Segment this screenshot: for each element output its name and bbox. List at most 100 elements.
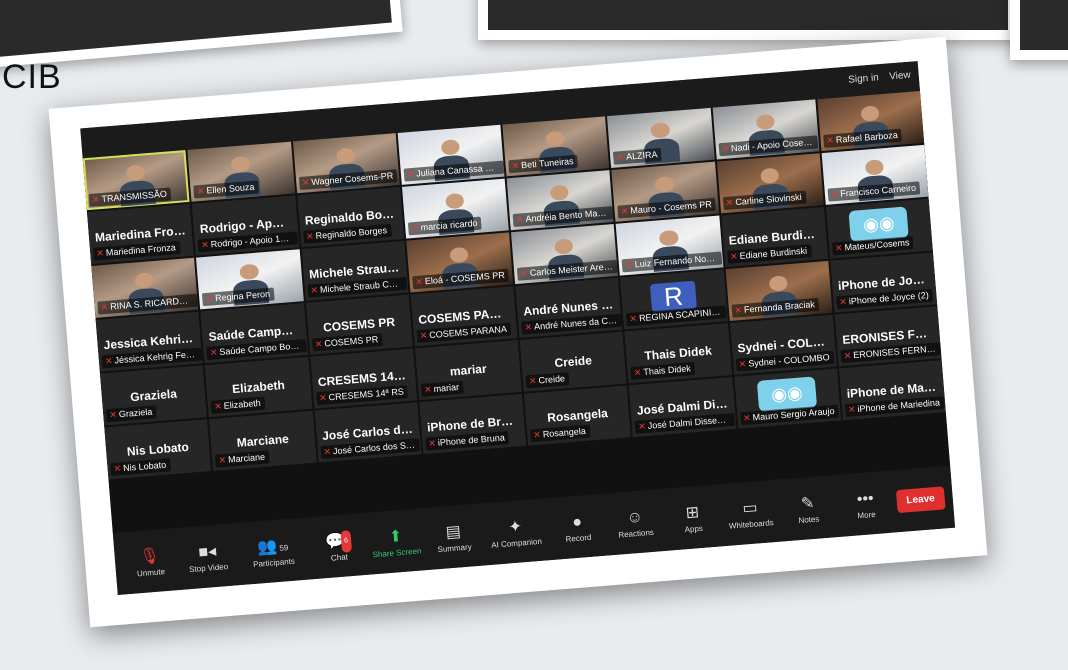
participant-tile[interactable]: Graziela ✕Graziela [99, 365, 208, 426]
participant-label-text: Nis Lobato [122, 459, 167, 474]
participant-tile[interactable]: ✕Eloá - COSEMS PR [406, 232, 514, 293]
participant-name-label: ✕Mauro Sergio Araujo [739, 404, 839, 426]
participant-tile[interactable]: ✕Fernanda Braciak [725, 260, 833, 322]
more-button[interactable]: ••• More [838, 486, 894, 521]
muted-mic-icon: ✕ [196, 185, 205, 197]
stop-video-button[interactable]: ■◂ Stop Video [180, 539, 236, 574]
muted-mic-icon: ✕ [637, 421, 647, 432]
muted-mic-icon: ✕ [213, 401, 223, 412]
participant-tile[interactable]: ✕Ellen Souza [187, 141, 295, 202]
participant-name-label: ✕Elizabeth [210, 396, 266, 414]
reactions-button[interactable]: ☺ Reactions [607, 505, 663, 540]
participant-label-text: Wagner Cosems-PR [310, 170, 394, 188]
chat-icon: 💬6 [324, 529, 352, 554]
participant-tile[interactable]: COSEMS PARANA ✕COSEMS PARANA [410, 286, 518, 347]
participant-tile[interactable]: ✕Beti Tuneiras [502, 116, 610, 177]
view-button[interactable]: View [889, 70, 911, 83]
whiteboards-button[interactable]: ▭ Whiteboards [722, 495, 778, 530]
apps-icon: ⊞ [685, 503, 700, 522]
participant-tile[interactable]: mariar ✕mariar [414, 340, 522, 401]
participant-tile[interactable]: ✕RINA S. RICARDO... [91, 257, 199, 318]
sign-in-link[interactable]: Sign in [848, 72, 879, 85]
summary-button[interactable]: ▤ Summary [426, 519, 482, 554]
participant-label-text: Mauro - Cosems PR [630, 199, 713, 216]
apps-button[interactable]: ⊞ Apps [665, 500, 721, 535]
participant-tile[interactable]: ✕Mauro - Cosems PR [611, 161, 719, 222]
participant-tile[interactable]: Rodrigo - Apoio... ✕Rodrigo - Apoio 17ª .… [191, 195, 300, 256]
participant-label-text: Carlos Meister Arenh... [529, 260, 618, 278]
participant-tile[interactable]: ✕Luiz Fernando Novais [615, 215, 723, 276]
participant-tile[interactable]: ✕Andréia Bento Maria ... [506, 170, 614, 231]
participant-tile[interactable]: Reginaldo Borges ✕Reginaldo Borges [296, 187, 404, 248]
participant-tile[interactable]: ✕Carlos Meister Arenh... [510, 223, 619, 285]
participant-display-name: Marciane [236, 431, 290, 450]
unmute-button[interactable]: 🎙 Unmute [122, 544, 178, 579]
participants-button[interactable]: 👥59 Participants [237, 533, 309, 569]
participant-tile[interactable]: ✕Juliana Canassa Cam... [397, 124, 505, 185]
participant-name-label: ✕Mariedina Fronza [92, 240, 181, 261]
participant-tile[interactable]: Michele Straub... ✕Michele Straub COSE... [301, 240, 409, 301]
ai-companion-button[interactable]: ✦ AI Companion [483, 514, 548, 550]
participant-tile[interactable]: Jessica Kehrig F... ✕Jéssica Kehrig Ferna… [95, 311, 203, 372]
participant-tile[interactable]: COSEMS PR ✕COSEMS PR [305, 294, 413, 355]
muted-mic-icon: ✕ [524, 321, 533, 333]
participant-name-label: ✕Thais Didek [630, 361, 696, 381]
participant-tile[interactable]: ✕Regina Peron [196, 249, 304, 310]
participant-tile[interactable]: Creide ✕Creide [519, 331, 627, 392]
participant-label-text: Francisco Carneiro [839, 182, 917, 199]
participant-tile[interactable]: Nis Lobato ✕Nis Lobato [104, 419, 212, 480]
participants-icon: 👥59 [256, 537, 289, 557]
notes-button[interactable]: ✎ Notes [780, 491, 836, 526]
share-screen-button[interactable]: ⬆ Share Screen [368, 524, 424, 559]
participant-tile[interactable]: José Carlos dos... ✕José Carlos dos Sant.… [314, 402, 422, 463]
participant-tile[interactable]: Rosangela ✕Rosangela [523, 385, 632, 446]
participant-label-text: iPhone de Mariedina [857, 397, 941, 414]
participant-name-label: ✕Marciane [215, 450, 270, 468]
participant-tile[interactable]: ✕TRANSMISSÃO [82, 150, 190, 211]
record-button[interactable]: ● Record [550, 509, 606, 544]
participant-tile[interactable]: ✕Francisco Carneiro [821, 144, 929, 205]
participant-name-label: ✕Nis Lobato [110, 458, 171, 477]
participant-tile[interactable]: Sydnei - COLOM... ✕Sydnei - COLOMBO [729, 314, 837, 375]
participant-display-name: Elizabeth [231, 377, 286, 396]
participant-tile[interactable]: ✕Wagner Cosems-PR [292, 133, 400, 194]
participant-tile[interactable]: iPhone de Bruna ✕iPhone de Bruna [419, 393, 527, 454]
participant-tile[interactable]: ✕Rafael Barboza [817, 90, 925, 152]
participant-tile[interactable]: ✕marcia ricardo [401, 178, 509, 239]
participant-display-name: Graziela [129, 386, 178, 405]
muted-mic-icon: ✕ [95, 247, 105, 259]
participant-tile[interactable]: Mariedina Fronza ✕Mariedina Fronza [87, 203, 195, 265]
participant-tile[interactable]: ✕Carline Slovinski [716, 153, 824, 214]
participant-tile[interactable]: ◉◉ ✕Mateus/Cosems [825, 198, 933, 259]
participant-tile[interactable]: Marciane ✕Marciane [209, 410, 317, 471]
participant-tile[interactable]: iPhone de Marie... ✕iPhone de Mariedina [838, 360, 946, 421]
participant-display-name: Creide [553, 352, 593, 370]
participant-tile[interactable]: CRESEMS 14ª RS ✕CRESEMS 14ª RS [309, 348, 417, 409]
participant-label-text: Luiz Fernando Novais [634, 252, 723, 270]
muted-mic-icon: ✕ [415, 276, 424, 288]
participant-display-name: Ediane Burdinski [728, 225, 827, 248]
muted-mic-icon: ✕ [310, 284, 319, 296]
participant-tile[interactable]: R ✕REGINA SCAPINI, secr... [620, 269, 728, 330]
participant-label-text: Marciane [227, 451, 266, 465]
participant-label-text: Creide [538, 373, 566, 386]
participant-tile[interactable]: ERONISES FERN... ✕ERONISES FERNAND... [834, 306, 942, 367]
participant-label-text: Regina Peron [214, 288, 271, 304]
participant-name-label: ✕Mateus/Cosems [831, 236, 914, 256]
participant-tile[interactable]: ✕ALZIRA [607, 107, 715, 168]
notes-icon: ✎ [800, 494, 815, 513]
participant-tile[interactable]: iPhone de Joyce... ✕iPhone de Joyce (2) [830, 252, 938, 313]
muted-mic-icon: ✕ [532, 429, 542, 441]
participant-tile[interactable]: ◉◉ ✕Mauro Sergio Araujo [733, 368, 841, 429]
participant-tile[interactable]: Saúde Campo B... ✕Saúde Campo Bonito [200, 303, 308, 364]
participant-tile[interactable]: Thais Didek ✕Thais Didek [624, 323, 732, 384]
muted-mic-icon: ✕ [91, 194, 100, 205]
leave-button[interactable]: Leave [895, 485, 946, 513]
participant-tile[interactable]: André Nunes da... ✕André Nunes da Cost... [515, 277, 623, 338]
participant-tile[interactable]: José Dalmi Diss... ✕José Dalmi Dissenha .… [628, 376, 736, 438]
chat-button[interactable]: 💬6 Chat [310, 528, 366, 563]
participant-label-text: Fernanda Braciak [743, 299, 816, 315]
participant-tile[interactable]: Ediane Burdinski ✕Ediane Burdinski [720, 207, 828, 268]
participant-tile[interactable]: Elizabeth ✕Elizabeth [204, 356, 312, 418]
participant-tile[interactable]: ✕Nadi - Apoio Cosems [712, 99, 820, 160]
